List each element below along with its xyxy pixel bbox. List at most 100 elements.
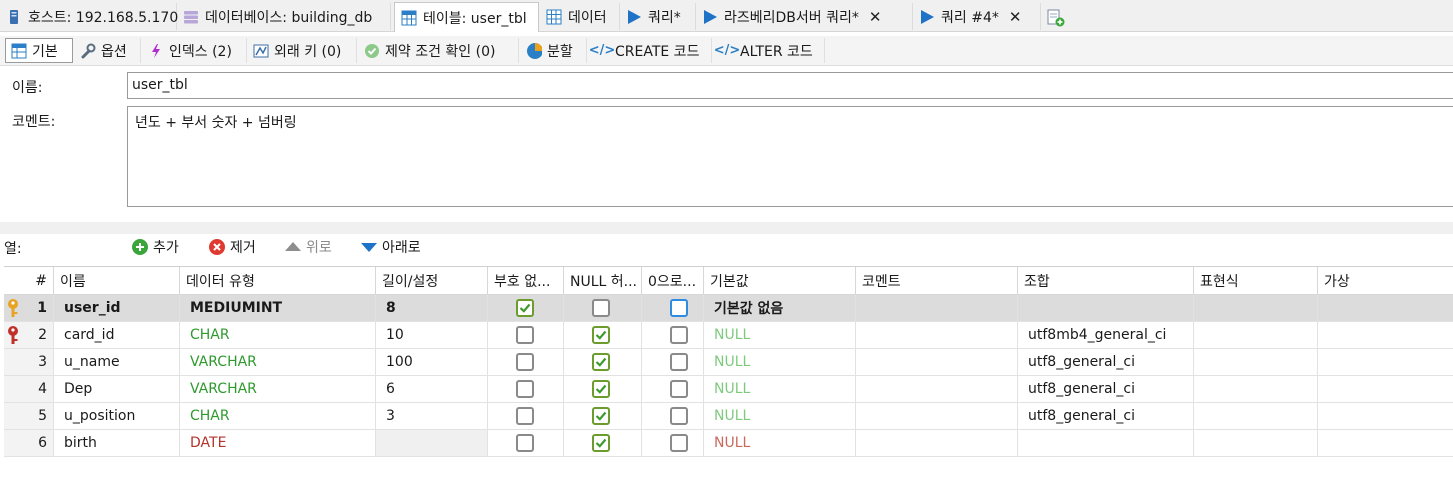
checked-checkbox[interactable] <box>592 407 610 425</box>
header-allow-null[interactable]: NULL 허... <box>564 267 642 295</box>
cell-type[interactable]: MEDIUMINT <box>180 295 376 322</box>
cell-default[interactable]: NULL <box>704 376 856 403</box>
panel-splitter[interactable] <box>0 222 1453 234</box>
cell-num[interactable]: 5 <box>4 403 54 430</box>
cell-default[interactable]: NULL <box>704 349 856 376</box>
cell-comment[interactable] <box>856 322 1018 349</box>
checked-checkbox[interactable] <box>592 380 610 398</box>
unchecked-checkbox[interactable] <box>670 299 688 317</box>
remove-column-button[interactable]: 제거 <box>208 236 256 258</box>
cell-comment[interactable] <box>856 349 1018 376</box>
table-comment-textarea[interactable]: 년도 + 부서 숫자 + 넘버링 <box>127 106 1453 207</box>
cell-collation[interactable]: utf8mb4_general_ci <box>1018 322 1194 349</box>
cell-expression[interactable] <box>1194 349 1318 376</box>
checked-checkbox[interactable] <box>516 299 534 317</box>
unchecked-checkbox[interactable] <box>670 353 688 371</box>
cell-nullable[interactable] <box>564 403 642 430</box>
unchecked-checkbox[interactable] <box>516 434 534 452</box>
cell-nullable[interactable] <box>564 322 642 349</box>
cell-unsigned[interactable] <box>488 349 564 376</box>
table-name-input[interactable]: user_tbl <box>127 72 1453 99</box>
subtab-check-constraints[interactable]: 제약 조건 확인 (0) <box>359 38 519 63</box>
move-down-button[interactable]: 아래로 <box>360 236 421 258</box>
cell-num[interactable]: 2 <box>4 322 54 349</box>
unchecked-checkbox[interactable] <box>516 380 534 398</box>
header-number[interactable]: # <box>4 267 54 295</box>
cell-name[interactable]: u_name <box>54 349 180 376</box>
checked-checkbox[interactable] <box>592 353 610 371</box>
unchecked-checkbox[interactable] <box>670 326 688 344</box>
cell-name[interactable]: user_id <box>54 295 180 322</box>
tab-query-4[interactable]: 쿼리 #4* ✕ <box>913 3 1041 30</box>
cell-num[interactable]: 1 <box>4 295 54 322</box>
cell-virtual[interactable] <box>1318 349 1453 376</box>
unchecked-checkbox[interactable] <box>516 326 534 344</box>
cell-collation[interactable]: utf8_general_ci <box>1018 403 1194 430</box>
subtab-options[interactable]: 옵션 <box>75 38 141 63</box>
close-icon[interactable]: ✕ <box>1009 8 1022 26</box>
cell-collation[interactable]: utf8_general_ci <box>1018 376 1194 403</box>
cell-virtual[interactable] <box>1318 295 1453 322</box>
subtab-alter-code[interactable]: </> ALTER 코드 <box>714 38 825 63</box>
cell-type[interactable]: VARCHAR <box>180 349 376 376</box>
tab-table[interactable]: 테이블: user_tbl <box>394 2 539 32</box>
header-virtual[interactable]: 가상 <box>1318 267 1453 295</box>
cell-default[interactable]: NULL <box>704 403 856 430</box>
cell-nullable[interactable] <box>564 376 642 403</box>
cell-collation[interactable] <box>1018 295 1194 322</box>
subtab-foreign-keys[interactable]: 외래 키 (0) <box>248 38 357 63</box>
cell-name[interactable]: card_id <box>54 322 180 349</box>
header-unsigned[interactable]: 부호 없... <box>488 267 564 295</box>
subtab-basic[interactable]: 기본 <box>5 38 73 63</box>
cell-nullable[interactable] <box>564 349 642 376</box>
unchecked-checkbox[interactable] <box>670 380 688 398</box>
cell-type[interactable]: CHAR <box>180 403 376 430</box>
cell-name[interactable]: birth <box>54 430 180 457</box>
cell-expression[interactable] <box>1194 430 1318 457</box>
cell-default[interactable]: 기본값 없음 <box>704 295 856 322</box>
cell-length[interactable]: 100 <box>376 349 488 376</box>
header-collation[interactable]: 조합 <box>1018 267 1194 295</box>
tab-data[interactable]: 데이터 <box>540 3 620 30</box>
tab-query[interactable]: 쿼리* <box>620 3 696 30</box>
cell-zerofill[interactable] <box>642 295 704 322</box>
cell-zerofill[interactable] <box>642 349 704 376</box>
cell-zerofill[interactable] <box>642 430 704 457</box>
cell-comment[interactable] <box>856 295 1018 322</box>
cell-num[interactable]: 4 <box>4 376 54 403</box>
add-column-button[interactable]: 추가 <box>131 236 179 258</box>
header-expression[interactable]: 표현식 <box>1194 267 1318 295</box>
subtab-partitions[interactable]: 분할 <box>521 38 587 63</box>
cell-expression[interactable] <box>1194 403 1318 430</box>
cell-collation[interactable]: utf8_general_ci <box>1018 349 1194 376</box>
cell-length[interactable]: 8 <box>376 295 488 322</box>
cell-comment[interactable] <box>856 403 1018 430</box>
cell-virtual[interactable] <box>1318 430 1453 457</box>
cell-unsigned[interactable] <box>488 376 564 403</box>
new-query-tab-button[interactable] <box>1041 3 1071 30</box>
cell-unsigned[interactable] <box>488 430 564 457</box>
cell-expression[interactable] <box>1194 376 1318 403</box>
cell-virtual[interactable] <box>1318 376 1453 403</box>
cell-length[interactable] <box>376 430 488 457</box>
subtab-indexes[interactable]: 인덱스 (2) <box>143 38 247 63</box>
checked-checkbox[interactable] <box>592 326 610 344</box>
unchecked-checkbox[interactable] <box>670 434 688 452</box>
unchecked-checkbox[interactable] <box>516 353 534 371</box>
subtab-create-code[interactable]: </> CREATE 코드 <box>589 38 712 63</box>
cell-nullable[interactable] <box>564 295 642 322</box>
cell-collation[interactable] <box>1018 430 1194 457</box>
cell-num[interactable]: 3 <box>4 349 54 376</box>
cell-type[interactable]: CHAR <box>180 322 376 349</box>
tab-raspberry-query[interactable]: 라즈베리DB서버 쿼리* ✕ <box>696 3 913 30</box>
header-data-type[interactable]: 데이터 유형 <box>180 267 376 295</box>
cell-virtual[interactable] <box>1318 403 1453 430</box>
cell-zerofill[interactable] <box>642 403 704 430</box>
cell-zerofill[interactable] <box>642 322 704 349</box>
unchecked-checkbox[interactable] <box>670 407 688 425</box>
cell-comment[interactable] <box>856 430 1018 457</box>
cell-unsigned[interactable] <box>488 295 564 322</box>
cell-virtual[interactable] <box>1318 322 1453 349</box>
tab-host[interactable]: 호스트: 192.168.5.170 <box>0 3 178 30</box>
move-up-button[interactable]: 위로 <box>284 236 332 258</box>
